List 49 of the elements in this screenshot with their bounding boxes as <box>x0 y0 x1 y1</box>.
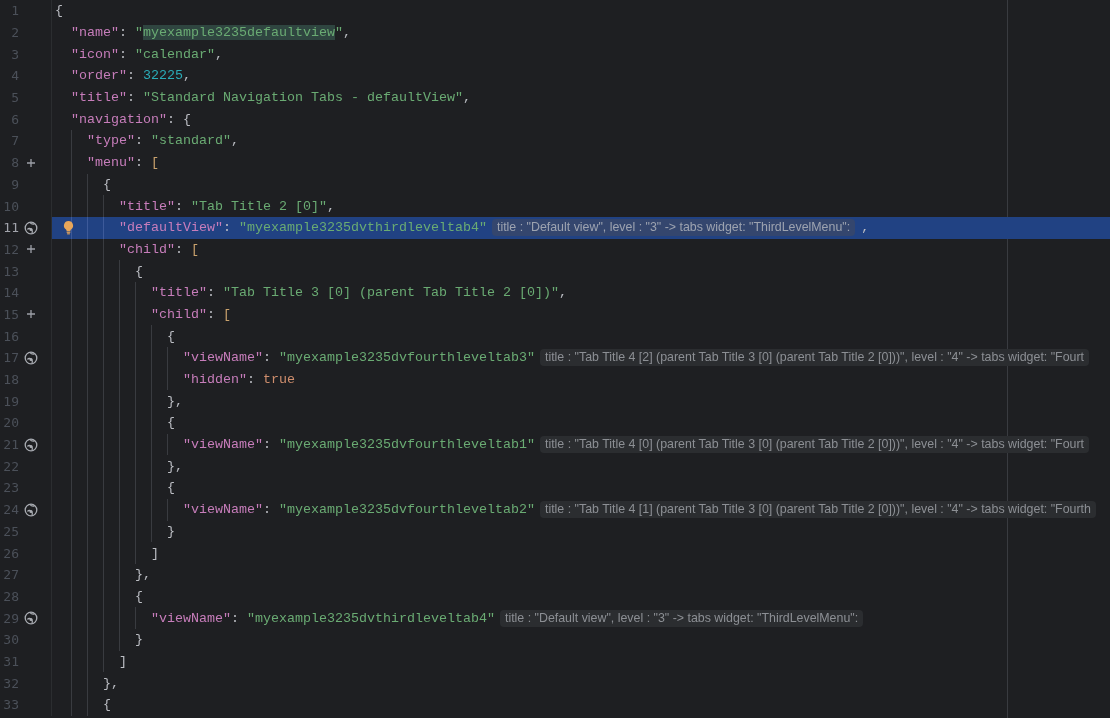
code-text: "title": "Tab Title 2 [0]", <box>119 197 335 216</box>
inlay-hint[interactable]: title : "Default view", level : "3" -> tabs widget: "ThirdLevelMenu": <box>491 219 856 237</box>
inlay-hint[interactable]: title : "Tab Title 4 [0] (parent Tab Title 3 [0] (parent Tab Title 2 [0]))", level : "4" -> tabs widget: "Fourt <box>539 436 1090 454</box>
code-text: "child": [ <box>119 240 199 259</box>
globe-icon[interactable] <box>24 437 38 452</box>
code-text: { <box>55 2 63 21</box>
code-text: { <box>103 696 111 715</box>
globe-icon[interactable] <box>24 611 38 626</box>
code-text: }, <box>103 674 119 693</box>
code-text: "viewName": "myexample3235dvfourthleveltab2" <box>183 501 535 520</box>
code-text: "order": 32225, <box>71 67 191 86</box>
code-text: , <box>861 219 870 238</box>
code-text: } <box>135 631 143 650</box>
code-text: { <box>167 479 175 498</box>
code-text: "hidden": true <box>183 371 295 390</box>
code-text: "navigation": { <box>71 110 191 129</box>
plus-icon[interactable] <box>26 244 36 255</box>
code-text: "defaultView": "myexample3235dvthirdleveltab4" <box>119 219 487 238</box>
code-text: { <box>135 262 143 281</box>
code-text: ] <box>119 652 127 671</box>
code-text: ] <box>151 544 159 563</box>
code-text: "icon": "calendar", <box>71 45 223 64</box>
globe-icon[interactable] <box>24 502 38 517</box>
code-text: "name": "myexample3235defaultview", <box>71 24 351 43</box>
code-text: { <box>103 175 111 194</box>
line-number: 11 <box>2 220 19 236</box>
inlay-hint[interactable]: title : "Tab Title 4 [2] (parent Tab Title 3 [0] (parent Tab Title 2 [0]))", level : "4" -> tabs widget: "Fourt <box>539 349 1090 367</box>
code-text: }, <box>167 392 183 411</box>
code-text: "child": [ <box>151 305 231 324</box>
code-text: "viewName": "myexample3235dvthirdleveltab4" <box>151 609 495 628</box>
code-text: }, <box>167 457 183 476</box>
plus-icon[interactable] <box>26 157 36 168</box>
code-text: { <box>167 327 175 346</box>
code-text: { <box>167 414 175 433</box>
lightbulb-icon[interactable] <box>63 219 74 235</box>
code-text: }, <box>135 566 151 585</box>
code-text: { <box>135 587 143 606</box>
globe-icon[interactable] <box>24 220 38 235</box>
code-text: "viewName": "myexample3235dvfourthleveltab1" <box>183 436 535 455</box>
inlay-hint[interactable]: title : "Tab Title 4 [1] (parent Tab Title 3 [0] (parent Tab Title 2 [0]))", level : "4" -> tabs widget: "Fourth <box>539 501 1096 519</box>
globe-icon[interactable] <box>24 350 38 365</box>
code-text: "menu": [ <box>87 154 159 173</box>
inlay-hint[interactable]: title : "Default view", level : "3" -> tabs widget: "ThirdLevelMenu": <box>499 609 864 627</box>
code-text: "title": "Standard Navigation Tabs - defaultView", <box>71 89 471 108</box>
code-text: } <box>167 522 175 541</box>
code-text: "title": "Tab Title 3 [0] (parent Tab Title 2 [0])", <box>151 284 567 303</box>
code-text: "viewName": "myexample3235dvfourthleveltab3" <box>183 349 535 368</box>
plus-icon[interactable] <box>26 309 36 320</box>
code-text: "type": "standard", <box>87 132 239 151</box>
